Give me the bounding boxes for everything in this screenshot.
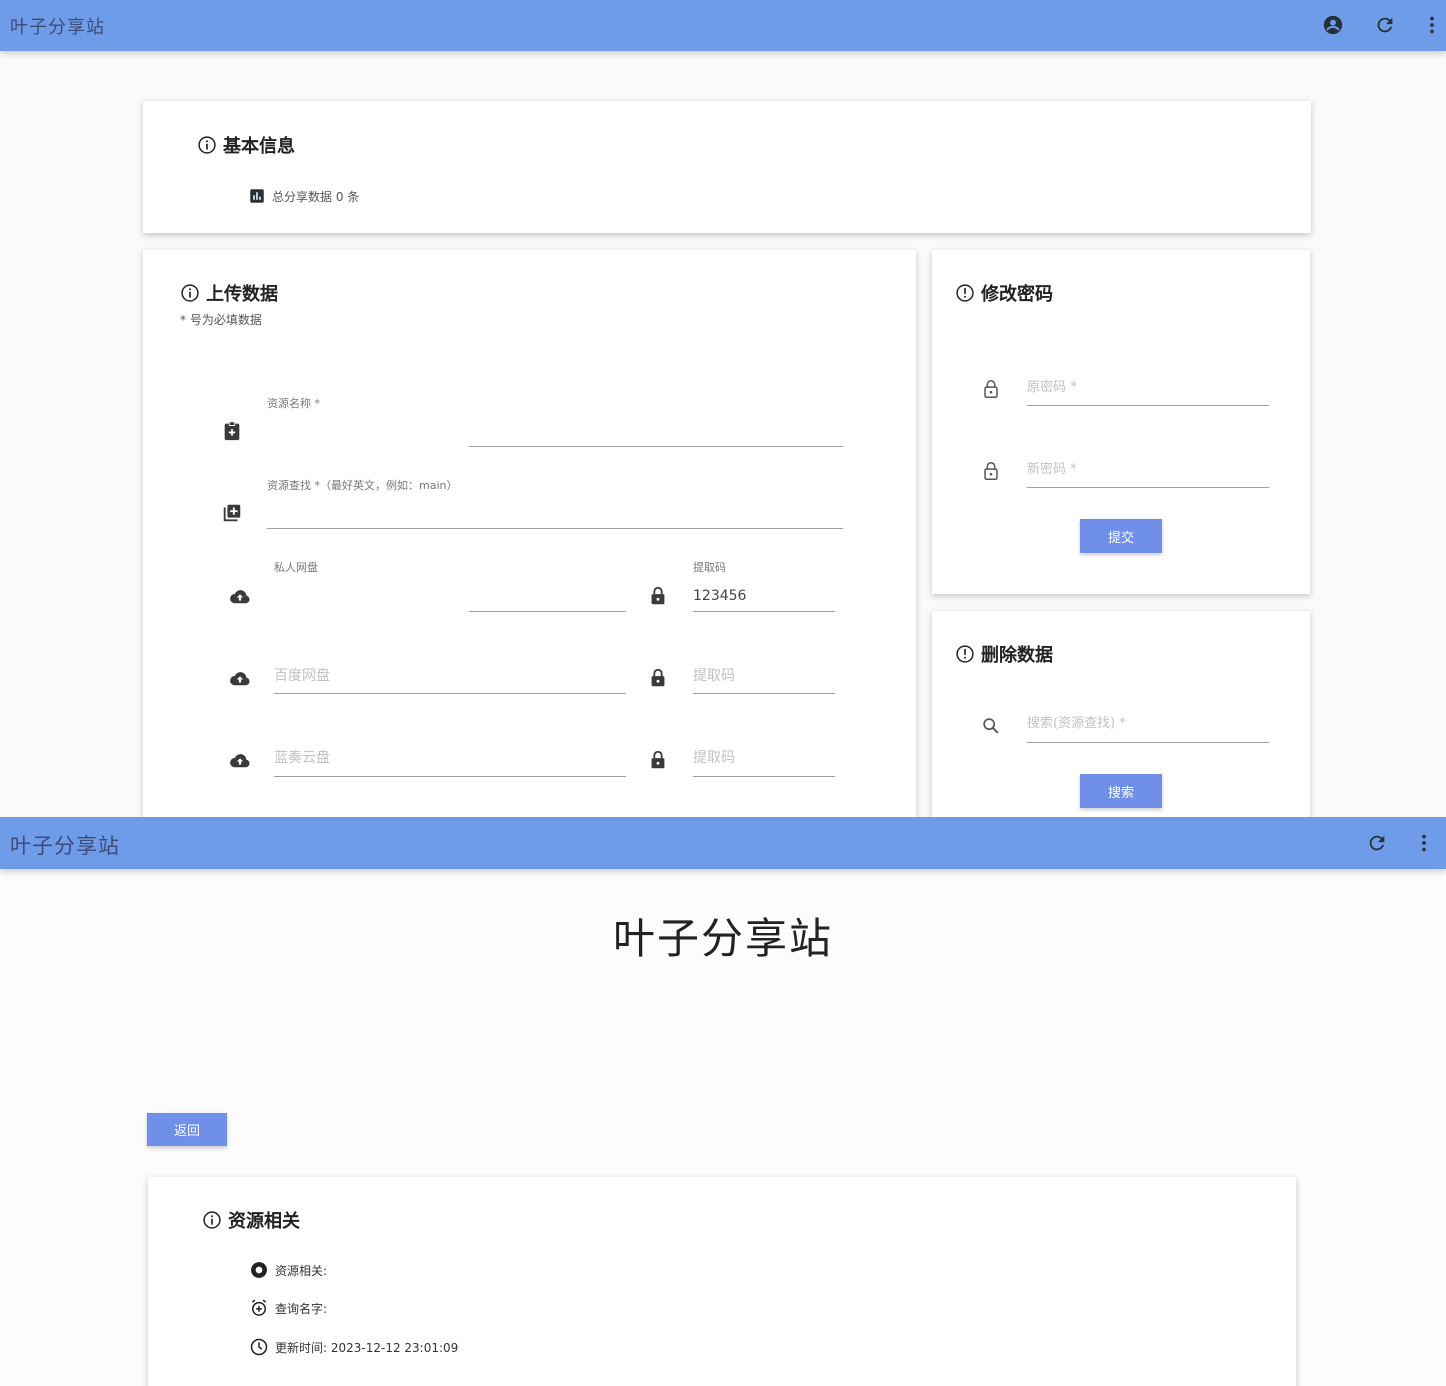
radio-button-icon bbox=[251, 1262, 267, 1278]
total-share-row: 总分享数据 0 条 bbox=[248, 187, 359, 205]
code-label: 提取码 bbox=[693, 561, 726, 574]
basic-info-heading: 基本信息 bbox=[197, 132, 295, 158]
resource-related-row: 资源相关: bbox=[249, 1260, 327, 1280]
bar-chart-icon bbox=[250, 189, 264, 203]
lanzou-underline bbox=[274, 776, 626, 777]
lanzou-disk-input[interactable]: 蓝奏云盘 bbox=[274, 747, 330, 767]
more-vert-icon[interactable] bbox=[1420, 13, 1444, 37]
old-password-underline bbox=[1027, 405, 1269, 406]
admin-screen: 叶子分享站 基本信息 总分享数据 0 条 上传数据 * 号为必填数据 资源名称 … bbox=[0, 0, 1446, 817]
lock-icon bbox=[647, 667, 669, 689]
new-password-input[interactable]: 新密码 * bbox=[1027, 458, 1077, 477]
lock-open-icon bbox=[980, 460, 1002, 482]
new-password-underline bbox=[1027, 487, 1269, 488]
baidu-code-underline bbox=[693, 693, 835, 694]
lock-icon bbox=[647, 585, 669, 607]
refresh-icon[interactable] bbox=[1373, 13, 1397, 37]
query-name-label: 查询名字: bbox=[275, 1301, 328, 1316]
search-icon bbox=[980, 715, 1002, 737]
resource-lookup-input[interactable] bbox=[267, 498, 843, 528]
lock-open-icon bbox=[980, 378, 1002, 400]
delete-search-input[interactable]: 搜索(资源查找) * bbox=[1027, 712, 1126, 731]
code-underline bbox=[693, 611, 835, 612]
basic-info-card: 基本信息 总分享数据 0 条 bbox=[143, 101, 1311, 233]
more-vert-icon[interactable] bbox=[1412, 831, 1436, 855]
app-title: 叶子分享站 bbox=[10, 834, 120, 858]
resource-card: 资源相关 资源相关: 查询名字: 更新时间: 2023-12-12 23:01:… bbox=[148, 1177, 1296, 1386]
info-icon bbox=[956, 284, 974, 302]
search-button[interactable]: 搜索 bbox=[1080, 774, 1162, 808]
lock-icon bbox=[647, 749, 669, 771]
info-icon bbox=[198, 136, 216, 154]
library-add-icon bbox=[221, 502, 243, 524]
query-name-row: 查询名字: bbox=[249, 1298, 327, 1318]
code-input[interactable]: 123456 bbox=[693, 588, 746, 604]
app-title: 叶子分享站 bbox=[10, 17, 105, 38]
resource-name-underline bbox=[469, 446, 843, 447]
resource-related-label: 资源相关: bbox=[275, 1263, 328, 1278]
resource-lookup-label: 资源查找 *（最好英文，例如：main） bbox=[267, 479, 458, 492]
account-circle-icon[interactable] bbox=[1321, 13, 1345, 37]
alarm-add-icon bbox=[251, 1299, 267, 1316]
baidu-code-input[interactable]: 提取码 bbox=[693, 665, 735, 685]
app-bar: 叶子分享站 bbox=[0, 0, 1446, 51]
cloud-upload-icon bbox=[229, 668, 251, 690]
baidu-disk-input[interactable]: 百度网盘 bbox=[274, 665, 330, 685]
old-password-input[interactable]: 原密码 * bbox=[1027, 376, 1077, 395]
resource-name-label: 资源名称 * bbox=[267, 397, 320, 410]
delete-data-title: 删除数据 bbox=[981, 645, 1053, 666]
info-icon bbox=[181, 284, 199, 302]
upload-heading: 上传数据 bbox=[180, 280, 278, 306]
cloud-upload-icon bbox=[229, 750, 251, 772]
change-password-card: 修改密码 原密码 * 新密码 * 提交 bbox=[932, 250, 1310, 594]
resource-heading: 资源相关 bbox=[202, 1207, 300, 1233]
updated-time-row: 更新时间: 2023-12-12 23:01:09 bbox=[249, 1337, 458, 1357]
change-password-title: 修改密码 bbox=[981, 284, 1053, 305]
resource-name-input[interactable] bbox=[267, 416, 843, 446]
delete-data-heading: 删除数据 bbox=[955, 641, 1053, 667]
app-bar: 叶子分享站 bbox=[0, 817, 1446, 869]
delete-search-underline bbox=[1027, 742, 1269, 743]
delete-data-card: 删除数据 搜索(资源查找) * 搜索 bbox=[932, 611, 1310, 817]
private-disk-underline bbox=[469, 611, 626, 612]
private-disk-input[interactable] bbox=[274, 580, 626, 610]
detail-screen: 叶子分享站 叶子分享站 返回 资源相关 资源相关: 查询名字: 更新时间: 20… bbox=[0, 817, 1446, 1386]
cloud-upload-icon bbox=[229, 586, 251, 608]
clock-icon bbox=[250, 1338, 268, 1356]
refresh-icon[interactable] bbox=[1365, 831, 1389, 855]
resource-title: 资源相关 bbox=[228, 1211, 300, 1232]
back-button[interactable]: 返回 bbox=[147, 1113, 227, 1146]
required-note: * 号为必填数据 bbox=[180, 313, 262, 327]
total-share-count: 总分享数据 0 条 bbox=[272, 189, 360, 204]
lanzou-code-input[interactable]: 提取码 bbox=[693, 747, 735, 767]
lanzou-code-underline bbox=[693, 776, 835, 777]
clipboard-icon bbox=[221, 420, 243, 442]
basic-info-title: 基本信息 bbox=[223, 136, 295, 157]
upload-card: 上传数据 * 号为必填数据 资源名称 * 资源查找 *（最好英文，例如：main… bbox=[143, 250, 916, 817]
upload-title: 上传数据 bbox=[206, 284, 278, 305]
change-password-heading: 修改密码 bbox=[955, 280, 1053, 306]
page-heading: 叶子分享站 bbox=[612, 914, 833, 963]
private-disk-label: 私人网盘 bbox=[274, 561, 318, 574]
info-icon bbox=[956, 645, 974, 663]
baidu-underline bbox=[274, 693, 626, 694]
resource-lookup-underline bbox=[267, 528, 843, 529]
submit-button[interactable]: 提交 bbox=[1080, 519, 1162, 553]
updated-time: 更新时间: 2023-12-12 23:01:09 bbox=[275, 1340, 459, 1355]
info-icon bbox=[203, 1211, 221, 1229]
